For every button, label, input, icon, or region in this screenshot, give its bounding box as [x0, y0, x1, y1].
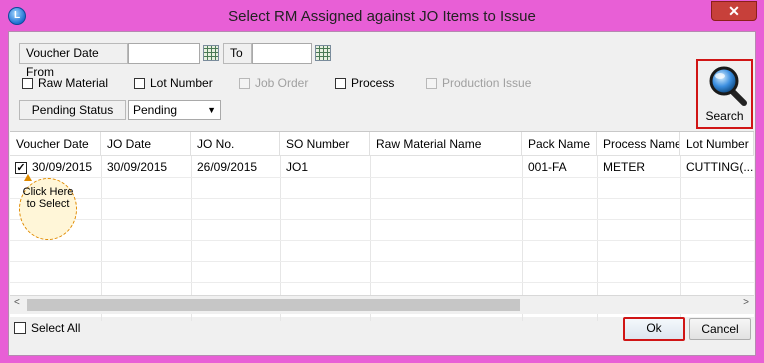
click-here-callout: Click Here to Select: [19, 178, 77, 240]
table-cell: 001-FA: [528, 160, 567, 174]
column-header[interactable]: Lot Number: [680, 132, 754, 156]
search-button[interactable]: Search: [696, 59, 753, 129]
table-cell: [370, 157, 522, 177]
table-cell: CUTTING(...: [686, 160, 754, 174]
checkbox-box: [239, 77, 250, 89]
column-header[interactable]: Voucher Date: [10, 132, 101, 156]
column-header[interactable]: JO No.: [191, 132, 280, 156]
checkbox-box[interactable]: [335, 77, 346, 89]
grid-line: [10, 198, 754, 199]
pending-status-label: Pending Status: [19, 100, 126, 120]
column-header[interactable]: Pack Name: [522, 132, 597, 156]
dialog-window: L Select RM Assigned against JO Items to…: [0, 0, 764, 363]
select-all-checkbox[interactable]: Select All: [14, 321, 80, 335]
to-label: To: [223, 43, 252, 64]
select-all-label: Select All: [31, 321, 81, 335]
lot-number-checkbox[interactable]: Lot Number: [134, 76, 213, 90]
raw-material-checkbox[interactable]: Raw Material: [22, 76, 108, 90]
ok-button[interactable]: Ok: [623, 317, 685, 341]
voucher-date-to-input[interactable]: [252, 43, 312, 64]
table-cell: 30/09/2015: [32, 160, 93, 174]
dialog-body: Voucher Date From To Raw Material Lot Nu…: [8, 31, 756, 356]
grid-line: [10, 219, 754, 220]
calendar-icon[interactable]: [315, 45, 331, 61]
column-header[interactable]: JO Date: [101, 132, 191, 156]
pending-status-select[interactable]: Pending ▼: [128, 100, 221, 120]
process-checkbox[interactable]: Process: [335, 76, 394, 90]
title-bar: L Select RM Assigned against JO Items to…: [0, 0, 764, 32]
grid-line: [10, 261, 754, 262]
raw-material-label: Raw Material: [38, 76, 109, 90]
window-title: Select RM Assigned against JO Items to I…: [228, 8, 536, 25]
cancel-button[interactable]: Cancel: [689, 318, 751, 340]
column-header[interactable]: Process Name: [597, 132, 680, 156]
search-label: Search: [705, 109, 744, 123]
table-cell: 30/09/2015: [107, 160, 168, 174]
scrollbar-thumb[interactable]: [27, 299, 520, 311]
calendar-icon[interactable]: [203, 45, 219, 61]
column-header[interactable]: SO Number: [280, 132, 370, 156]
grid-line: [10, 177, 754, 178]
job-order-checkbox: Job Order: [239, 76, 308, 90]
chevron-right-icon[interactable]: >: [743, 297, 749, 308]
chevron-left-icon[interactable]: <: [14, 297, 20, 308]
grid-line: [10, 282, 754, 283]
process-label: Process: [351, 76, 395, 90]
production-issue-checkbox: Production Issue: [426, 76, 531, 90]
magnifier-icon: [709, 66, 747, 106]
table-cell: JO1: [286, 160, 309, 174]
table-cell: 26/09/2015: [197, 160, 258, 174]
grid-line: [10, 240, 754, 241]
job-order-label: Job Order: [255, 76, 309, 90]
column-header[interactable]: Raw Material Name: [370, 132, 522, 156]
checkbox-box: [426, 77, 437, 89]
lot-number-label: Lot Number: [150, 76, 213, 90]
callout-tail: [24, 174, 32, 181]
voucher-date-from-input[interactable]: [128, 43, 200, 64]
table-cell: METER: [603, 160, 645, 174]
checkbox-box[interactable]: [134, 77, 145, 89]
production-issue-label: Production Issue: [442, 76, 532, 90]
chevron-down-icon: ▼: [207, 105, 216, 115]
checkbox-box[interactable]: [22, 77, 33, 89]
items-grid: Voucher Date JO Date JO No. SO Number Ra…: [10, 131, 754, 321]
close-button[interactable]: ✕: [711, 1, 757, 21]
checkbox-box[interactable]: [14, 322, 26, 334]
horizontal-scrollbar[interactable]: < >: [10, 295, 754, 314]
pending-status-value: Pending: [133, 103, 178, 117]
voucher-date-from-label: Voucher Date From: [19, 43, 128, 79]
